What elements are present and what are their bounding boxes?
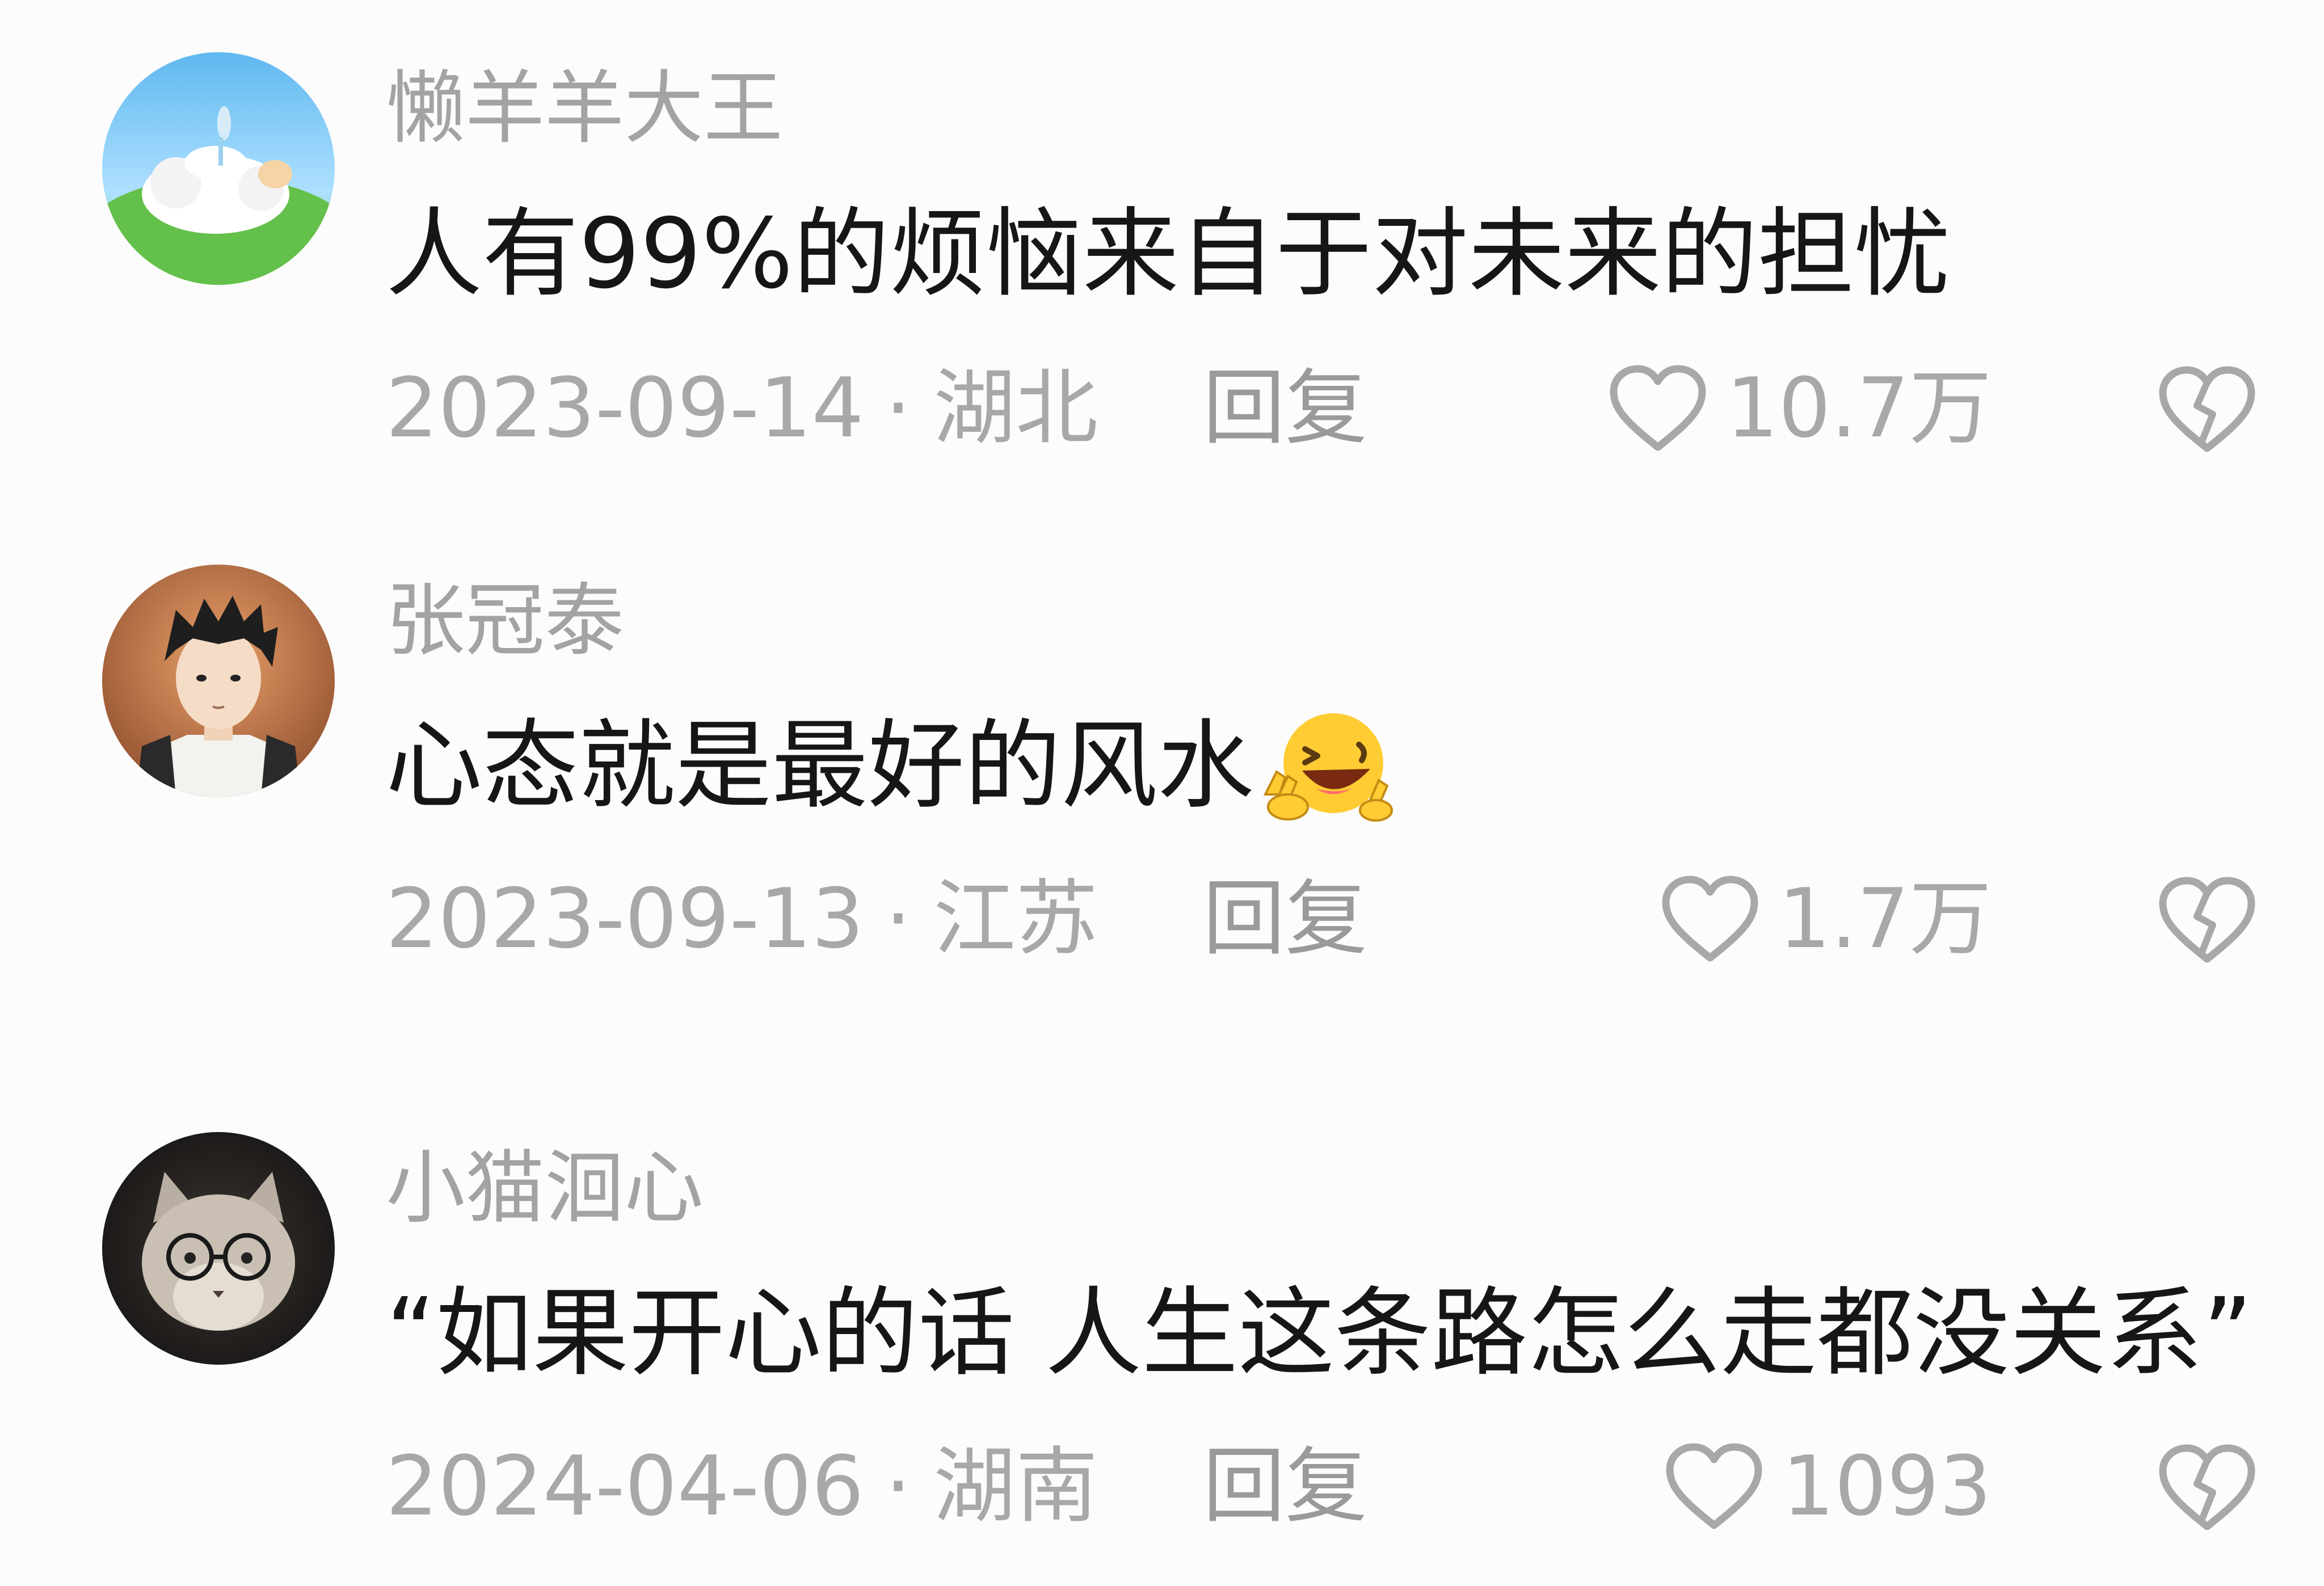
avatar[interactable] [102, 52, 335, 285]
comment-text: 心态就是最好的风水 [386, 709, 1396, 823]
like-count: 10.7万 [1726, 360, 1992, 456]
comment-meta: 2023-09-13 · 江苏 回复 1.7万 [386, 868, 2258, 970]
broken-heart-icon[interactable] [2156, 360, 2258, 457]
like-button[interactable]: 1.7万 [1659, 868, 1992, 970]
like-button[interactable]: 1093 [1663, 1436, 1992, 1538]
comment-meta: 2023-09-14 · 湖北 回复 10.7万 [386, 357, 2258, 460]
meta-separator: · [885, 1438, 912, 1534]
reply-button[interactable]: 回复 [1203, 357, 1367, 460]
comment-text: 人有99%的烦恼来自于对未来的担忧 [386, 198, 1951, 310]
comment-text-body: 心态就是最好的风水 [386, 710, 1254, 822]
like-button[interactable]: 10.7万 [1607, 357, 1992, 460]
comment-location: 湖北 [933, 360, 1098, 456]
reply-button[interactable]: 回复 [1203, 1436, 1367, 1538]
like-count: 1093 [1782, 1438, 1992, 1534]
comment-location: 湖南 [933, 1438, 1098, 1534]
laughing-wink-emoji-icon [1254, 709, 1396, 823]
heart-icon [1659, 873, 1761, 966]
heart-icon [1663, 1440, 1765, 1534]
broken-heart-icon[interactable] [2156, 1438, 2258, 1535]
meta-separator: · [885, 360, 912, 456]
username[interactable]: 小猫洄心 [386, 1143, 704, 1234]
avatar[interactable] [102, 565, 335, 797]
broken-heart-icon[interactable] [2156, 871, 2258, 967]
comment-date: 2023-09-13 [386, 871, 864, 967]
username[interactable]: 懒羊羊大王 [386, 64, 783, 154]
comment-item: 懒羊羊大王 人有99%的烦恼来自于对未来的担忧 2023-09-14 · 湖北 … [0, 0, 2324, 456]
username[interactable]: 张冠泰 [386, 576, 624, 667]
comment-location: 江苏 [933, 871, 1098, 967]
comment-date: 2024-04-06 [386, 1438, 864, 1534]
comment-item: 小猫洄心 “如果开心的话 人生这条路怎么走都没关系” 2024-04-06 · … [0, 1132, 2324, 1586]
heart-icon [1607, 362, 1709, 456]
comment-item: 张冠泰 心态就是最好的风水 2023-09-13 · 江苏 回复 1.7万 [0, 565, 2324, 1019]
avatar[interactable] [102, 1132, 335, 1365]
meta-separator: · [885, 871, 912, 967]
like-count: 1.7万 [1778, 871, 1992, 967]
comment-text: “如果开心的话 人生这条路怎么走都没关系” [386, 1277, 2253, 1390]
comment-date: 2023-09-14 [386, 360, 864, 456]
anime-boy-avatar-icon [102, 565, 335, 797]
reply-button[interactable]: 回复 [1203, 868, 1367, 970]
comment-meta: 2024-04-06 · 湖南 回复 1093 [386, 1436, 2258, 1538]
sleeping-sheep-avatar-icon [102, 52, 335, 285]
cat-with-glasses-avatar-icon [102, 1132, 335, 1365]
comment-list: 懒羊羊大王 人有99%的烦恼来自于对未来的担忧 2023-09-14 · 湖北 … [0, 0, 2324, 1560]
